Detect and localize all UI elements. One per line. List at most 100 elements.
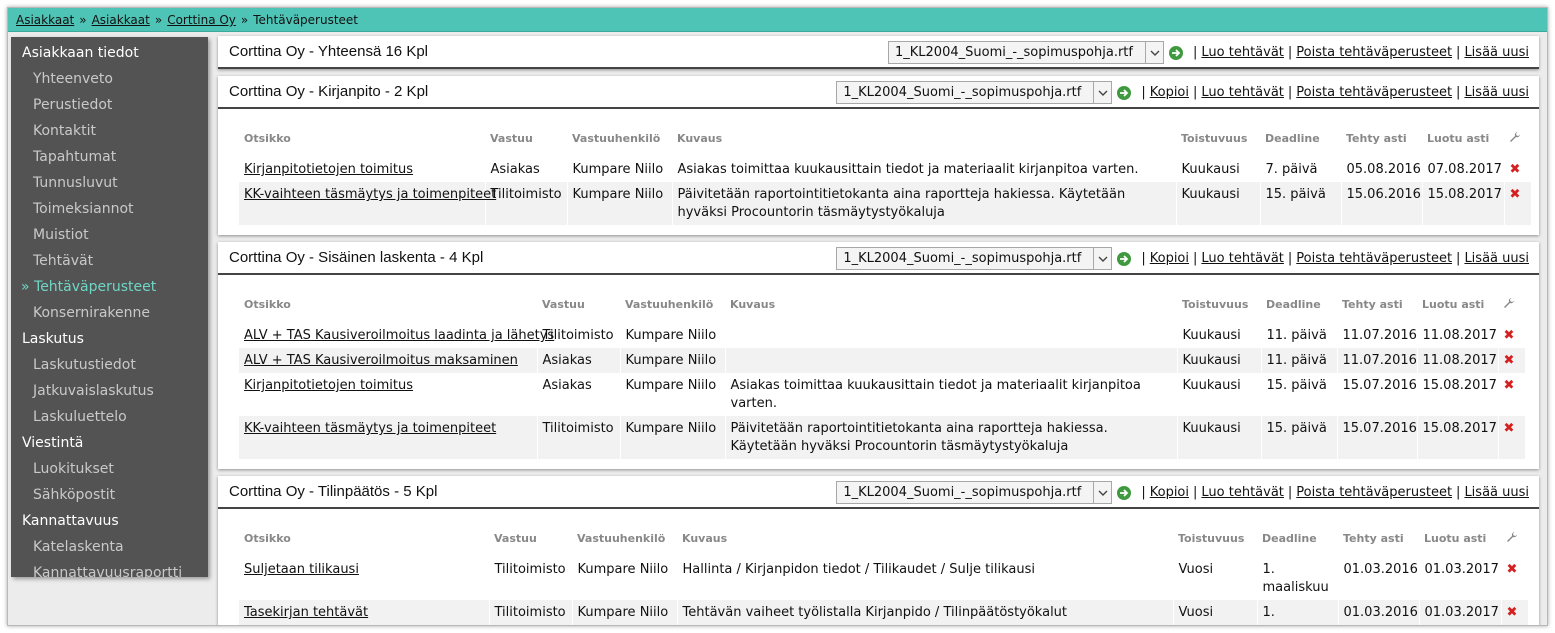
wrench-icon[interactable]: [1504, 119, 1531, 157]
sidebar-section-asiakkaan-tiedot: Asiakkaan tiedot: [22, 45, 139, 61]
cell-vastuu: Asiakas: [484, 157, 567, 182]
sidebar-item-luokitukset[interactable]: Luokitukset: [11, 456, 208, 482]
action-poista-tehtäväperusteet[interactable]: Poista tehtäväperusteet: [1296, 251, 1452, 266]
cell-tehty: 01.03.2016: [1337, 600, 1419, 625]
cell-vastuu: Tilitoimisto: [536, 323, 620, 348]
go-arrow-icon[interactable]: [1116, 485, 1132, 501]
template-select[interactable]: 1_KL2004_Suomi_-_sopimuspohja.rtf: [836, 81, 1113, 104]
breadcrumb-link-asiakkaat-2[interactable]: Asiakkaat: [92, 13, 150, 27]
sidebar-item-sähköpostit[interactable]: Sähköpostit: [11, 482, 208, 508]
task-title-link[interactable]: Kirjanpitotietojen toimitus: [244, 162, 413, 177]
sidebar-item-laskutustiedot[interactable]: Laskutustiedot: [11, 352, 208, 378]
task-title-link[interactable]: ALV + TAS Kausiveroilmoitus maksaminen: [244, 353, 518, 368]
sidebar-item-katelaskenta[interactable]: Katelaskenta: [11, 534, 208, 560]
delete-x-icon[interactable]: ✖: [1504, 421, 1515, 436]
action-lisää-uusi[interactable]: Lisää uusi: [1464, 251, 1529, 266]
column-header: Otsikko: [244, 297, 291, 311]
column-header: Otsikko: [244, 131, 291, 145]
action-luo-tehtävät[interactable]: Luo tehtävät: [1201, 45, 1284, 60]
table-row: Suljetaan tilikausi Tilitoimisto Kumpare N…: [239, 557, 1528, 600]
cell-title: KK-vaihteen täsmäytys ja toimenpiteet: [239, 416, 537, 459]
delete-x-icon[interactable]: ✖: [1510, 162, 1521, 177]
sidebar-item-toimeksiannot[interactable]: Toimeksiannot: [11, 196, 208, 222]
task-group-panel: Corttina Oy - Sisäinen laskenta - 4 Kpl 1…: [218, 242, 1539, 469]
action-luo-tehtävät[interactable]: Luo tehtävät: [1201, 485, 1284, 500]
cell-toistuvuus: Vuosi: [1172, 557, 1257, 600]
go-arrow-icon[interactable]: [1116, 251, 1132, 267]
delete-x-icon[interactable]: ✖: [1504, 328, 1515, 343]
action-luo-tehtävät[interactable]: Luo tehtävät: [1201, 251, 1284, 266]
task-title-link[interactable]: Kirjanpitotietojen toimitus: [244, 378, 413, 393]
sidebar-item-muistiot[interactable]: Muistiot: [11, 222, 208, 248]
column-header: Vastuuhenkilö: [625, 297, 714, 311]
go-arrow-icon[interactable]: [1116, 85, 1132, 101]
delete-x-icon[interactable]: ✖: [1510, 187, 1521, 202]
cell-henkilo: Kumpare Niilo: [619, 373, 725, 416]
template-select[interactable]: 1_KL2004_Suomi_-_sopimuspohja.rtf: [836, 481, 1113, 504]
cell-luotu: 11.08.2017: [1416, 348, 1498, 373]
cell-vastuu: Asiakas: [536, 348, 620, 373]
action-poista-tehtäväperusteet[interactable]: Poista tehtäväperusteet: [1296, 45, 1452, 60]
action-luo-tehtävät[interactable]: Luo tehtävät: [1201, 85, 1284, 100]
template-select[interactable]: 1_KL2004_Suomi_-_sopimuspohja.rtf: [836, 247, 1113, 270]
action-lisää-uusi[interactable]: Lisää uusi: [1464, 485, 1529, 500]
chevron-down-icon[interactable]: [1093, 482, 1111, 503]
action-kopioi[interactable]: Kopioi: [1150, 85, 1189, 100]
cell-title: Kirjanpitotietojen toimitus: [239, 157, 485, 182]
sidebar-item-tehtävät[interactable]: Tehtävät: [11, 248, 208, 274]
sidebar-item-kannattavuusraportti[interactable]: Kannattavuusraportti: [11, 560, 208, 586]
action-poista-tehtäväperusteet[interactable]: Poista tehtäväperusteet: [1296, 485, 1452, 500]
task-title-link[interactable]: Suljetaan tilikausi: [244, 562, 359, 577]
task-title-link[interactable]: KK-vaihteen täsmäytys ja toimenpiteet: [244, 187, 496, 202]
summary-panel: Corttina Oy - Yhteensä 16 Kpl 1_KL2004_S…: [218, 36, 1539, 69]
cell-delete: ✖: [1497, 323, 1525, 348]
sidebar-item-tapahtumat[interactable]: Tapahtumat: [11, 144, 208, 170]
breadcrumb-link-asiakkaat[interactable]: Asiakkaat: [16, 13, 74, 27]
action-kopioi[interactable]: Kopioi: [1150, 251, 1189, 266]
action-poista-tehtäväperusteet[interactable]: Poista tehtäväperusteet: [1296, 85, 1452, 100]
delete-x-icon[interactable]: ✖: [1504, 353, 1515, 368]
sidebar-item-tunnusluvut[interactable]: Tunnusluvut: [11, 170, 208, 196]
action-kopioi[interactable]: Kopioi: [1150, 485, 1189, 500]
action-lisää-uusi[interactable]: Lisää uusi: [1464, 45, 1529, 60]
sidebar-item-konsernirakenne[interactable]: Konsernirakenne: [11, 300, 208, 326]
delete-x-icon[interactable]: ✖: [1507, 605, 1518, 620]
chevron-down-icon[interactable]: [1093, 82, 1111, 103]
cell-luotu: 11.08.2017: [1416, 323, 1498, 348]
delete-x-icon[interactable]: ✖: [1504, 378, 1515, 393]
column-header: Deadline: [1266, 297, 1321, 311]
cell-title: KK-vaihteen täsmäytys ja toimenpiteet: [239, 182, 496, 225]
chevron-down-icon[interactable]: [1093, 248, 1111, 269]
cell-deadline: 11. päivä: [1260, 348, 1337, 373]
cell-kuvaus: Hallinta / Kirjanpidon tiedot / Tilikaud…: [676, 557, 1173, 600]
cell-henkilo: Kumpare Niilo: [619, 416, 725, 459]
go-arrow-icon[interactable]: [1168, 45, 1184, 61]
task-group-actions: 1_KL2004_Suomi_-_sopimuspohja.rtf | Kopioi…: [836, 247, 1529, 270]
cell-henkilo: Kumpare Niilo: [571, 600, 677, 625]
wrench-icon[interactable]: [1501, 519, 1528, 557]
sidebar-item-tehtäväperusteet[interactable]: » Tehtäväperusteet: [11, 274, 208, 300]
sidebar-nav: Asiakkaan tiedot Yhteenveto Perustiedot Kon…: [11, 37, 208, 581]
wrench-icon[interactable]: [1498, 285, 1525, 323]
cell-delete: ✖: [1500, 600, 1528, 625]
template-select-value: 1_KL2004_Suomi_-_sopimuspohja.rtf: [895, 45, 1133, 60]
task-group-title: Corttina Oy - Sisäinen laskenta - 4 Kpl: [229, 249, 484, 266]
sidebar-item-jatkuvaislaskutus[interactable]: Jatkuvaislaskutus: [11, 378, 208, 404]
cell-toistuvuus: Kuukausi: [1176, 348, 1261, 373]
task-title-link[interactable]: ALV + TAS Kausiveroilmoitus laadinta ja …: [244, 328, 554, 343]
sidebar-item-yhteenveto[interactable]: Yhteenveto: [11, 66, 208, 92]
sidebar-item-perustiedot[interactable]: Perustiedot: [11, 92, 208, 118]
task-title-link[interactable]: KK-vaihteen täsmäytys ja toimenpiteet: [244, 421, 496, 436]
sidebar-item-kontaktit[interactable]: Kontaktit: [11, 118, 208, 144]
column-header: Tehty asti: [1343, 531, 1404, 545]
chevron-down-icon[interactable]: [1145, 42, 1163, 63]
task-title-link[interactable]: Tasekirjan tehtävät: [244, 605, 368, 620]
cell-deadline: 15. päivä: [1260, 416, 1337, 459]
task-table: Otsikko Vastuu Vastuuhenkilö Kuvaus Toistuvu…: [239, 285, 1525, 459]
sidebar-item-laskuluettelo[interactable]: Laskuluettelo: [11, 404, 208, 430]
breadcrumb-link-customer[interactable]: Corttina Oy: [167, 13, 236, 27]
template-select[interactable]: 1_KL2004_Suomi_-_sopimuspohja.rtf: [888, 41, 1164, 64]
delete-x-icon[interactable]: ✖: [1507, 562, 1518, 577]
action-lisää-uusi[interactable]: Lisää uusi: [1464, 85, 1529, 100]
cell-toistuvuus: Kuukausi: [1176, 416, 1261, 459]
